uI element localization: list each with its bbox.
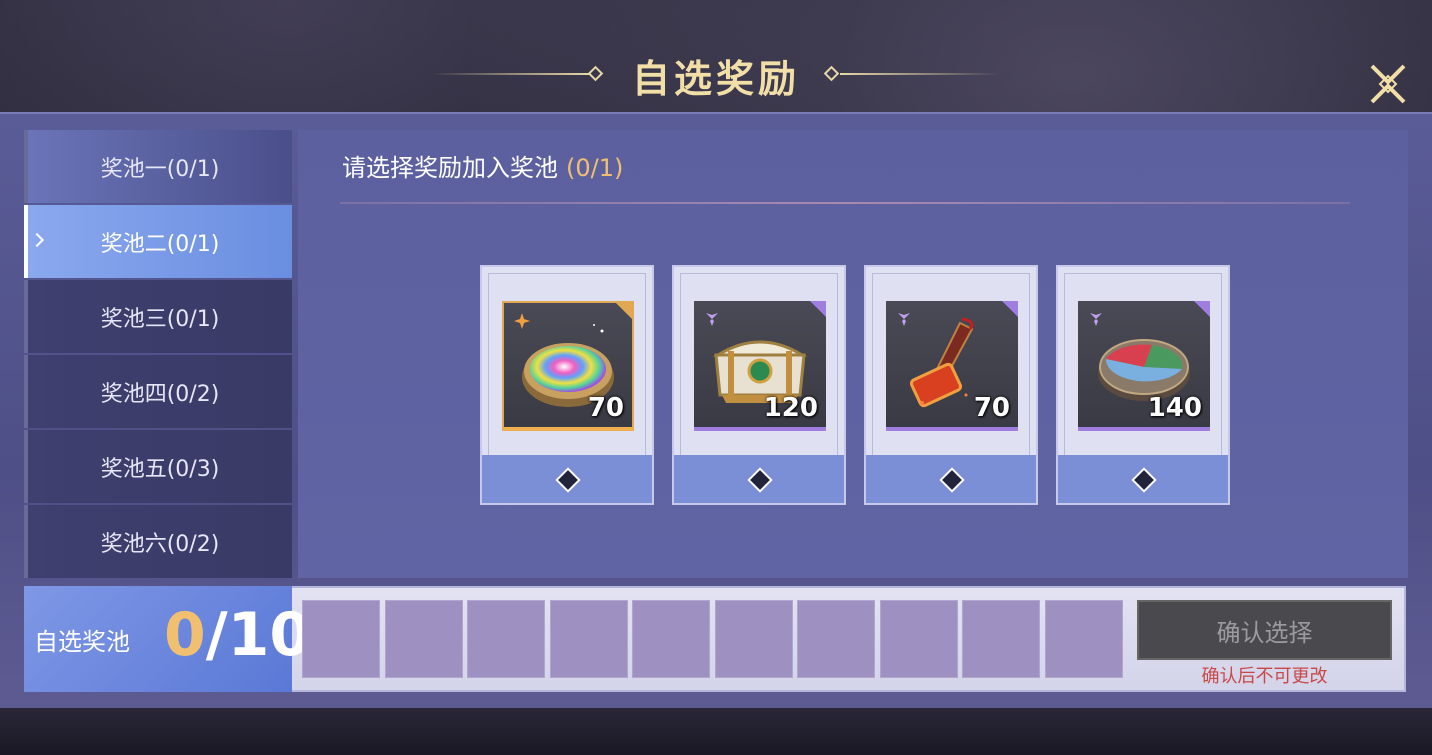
empty-slot-3[interactable] (467, 600, 545, 678)
pool-counter-label: 自选奖池 (34, 628, 130, 656)
prompt-text: 请选择奖励加入奖池 (342, 154, 558, 182)
divider (340, 202, 1350, 204)
pool-counter: 自选奖池 0/10 (24, 586, 311, 692)
pool-tab-label: 奖池五(0/3) (100, 456, 220, 482)
empty-slot-8[interactable] (880, 600, 958, 678)
confirm-warning: 确认后不可更改 (1201, 666, 1328, 687)
selection-prompt: 请选择奖励加入奖池 (0/1) (342, 148, 623, 183)
item-quantity: 70 (587, 393, 624, 423)
pool-tab-2[interactable]: 奖池二(0/1) (24, 205, 292, 278)
pool-tab-label: 奖池二(0/1) (100, 231, 220, 257)
footer-strip (0, 708, 1432, 755)
reward-card-2[interactable]: 120 (672, 265, 846, 505)
item-frame: 120 (694, 301, 826, 431)
pool-tab-1[interactable]: 奖池一(0/1) (24, 130, 292, 203)
page-title: 自选奖励 (631, 57, 800, 101)
corner-mark (1194, 301, 1210, 317)
empty-slot-10[interactable] (1045, 600, 1123, 678)
pool-tab-3[interactable]: 奖池三(0/1) (24, 280, 292, 353)
reward-card-3[interactable]: 70 (864, 265, 1038, 505)
pool-sidebar: 奖池一(0/1) 奖池二(0/1) 奖池三(0/1) 奖池四(0/2) 奖池五(… (24, 130, 292, 578)
prompt-count: (0/1) (566, 154, 624, 182)
empty-slot-4[interactable] (550, 600, 628, 678)
pool-tab-label: 奖池四(0/2) (100, 381, 220, 407)
selected-count: 0 (164, 600, 206, 670)
pool-tab-label: 奖池六(0/2) (100, 531, 220, 557)
empty-slot-2[interactable] (385, 600, 463, 678)
reward-card-1[interactable]: 70 (480, 265, 654, 505)
item-quantity: 120 (763, 393, 818, 423)
item-quantity: 70 (973, 393, 1010, 423)
pool-counter-value: 0/10 (164, 600, 311, 670)
header: 自选奖励 (0, 0, 1432, 112)
item-frame: 70 (502, 301, 634, 431)
reward-card-4[interactable]: 140 (1056, 265, 1230, 505)
close-button[interactable] (1366, 62, 1410, 106)
reward-content: 请选择奖励加入奖池 (0/1) 70 120 70 140 (298, 130, 1408, 578)
pool-tab-4[interactable]: 奖池四(0/2) (24, 355, 292, 428)
total-count: 10 (227, 600, 312, 670)
title-line-right (840, 73, 1000, 75)
empty-slot-9[interactable] (962, 600, 1040, 678)
corner-mark (1002, 301, 1018, 317)
count-separator: / (205, 600, 228, 670)
item-frame: 140 (1078, 301, 1210, 431)
pool-tab-6[interactable]: 奖池六(0/2) (24, 505, 292, 578)
close-x-icon (1370, 64, 1406, 104)
corner-mark (810, 301, 826, 317)
empty-slot-7[interactable] (797, 600, 875, 678)
empty-slot-6[interactable] (715, 600, 793, 678)
item-frame: 70 (886, 301, 1018, 431)
pool-tab-label: 奖池三(0/1) (100, 306, 220, 332)
selected-chevron-icon (29, 232, 45, 248)
item-quantity: 140 (1147, 393, 1202, 423)
confirm-selection-button[interactable]: 确认选择 (1137, 600, 1392, 660)
empty-slot-5[interactable] (632, 600, 710, 678)
empty-slot-1[interactable] (302, 600, 380, 678)
pool-tab-label: 奖池一(0/1) (100, 156, 220, 182)
pool-tab-5[interactable]: 奖池五(0/3) (24, 430, 292, 503)
